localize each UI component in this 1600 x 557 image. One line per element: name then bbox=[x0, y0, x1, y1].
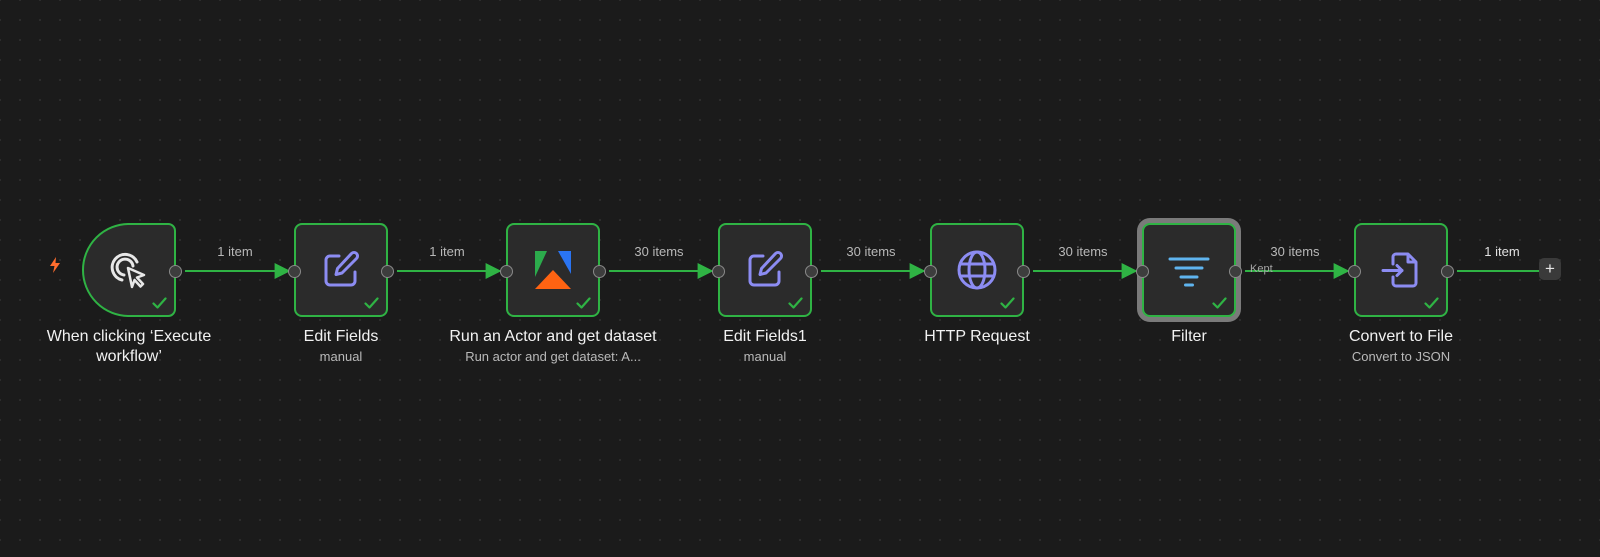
edge-label-item-count: 30 items bbox=[1058, 244, 1108, 259]
success-check-icon bbox=[1424, 297, 1439, 309]
node-label-run-actor: Run an Actor and get dataset Run actor a… bbox=[448, 327, 658, 365]
apify-logo-icon bbox=[530, 247, 576, 293]
node-convert-to-file[interactable] bbox=[1348, 223, 1454, 317]
node-title: Convert to File bbox=[1348, 328, 1454, 345]
output-handle[interactable] bbox=[1441, 265, 1454, 278]
node-subtitle: Run actor and get dataset: A... bbox=[465, 349, 641, 364]
edge-label-item-count: 1 item bbox=[429, 244, 465, 259]
node-title: When clicking ‘Execute workflow’ bbox=[46, 328, 212, 365]
success-check-icon bbox=[364, 297, 379, 309]
node-edit-fields1[interactable] bbox=[712, 223, 818, 317]
node-label-trigger: When clicking ‘Execute workflow’ bbox=[24, 327, 234, 367]
file-export-icon bbox=[1378, 247, 1424, 293]
node-subtitle: manual bbox=[743, 349, 787, 364]
node-subtitle: Convert to JSON bbox=[1351, 349, 1451, 364]
node-label-filter: Filter bbox=[1084, 327, 1294, 347]
branch-label-kept: Kept bbox=[1250, 263, 1273, 275]
success-check-icon bbox=[576, 297, 591, 309]
node-label-edit-fields1: Edit Fields1 manual bbox=[660, 327, 870, 365]
input-handle[interactable] bbox=[924, 265, 937, 278]
node-title: Filter bbox=[1171, 328, 1207, 345]
edge-label-item-count: 30 items bbox=[634, 244, 684, 259]
output-handle-kept[interactable] bbox=[1229, 265, 1242, 278]
workflow-canvas[interactable]: 1 item 1 item 30 items 30 items 30 items… bbox=[0, 0, 1600, 557]
edge-label-item-count: 30 items bbox=[1270, 244, 1320, 259]
node-subtitle: manual bbox=[319, 349, 363, 364]
node-run-actor[interactable] bbox=[500, 223, 606, 317]
output-handle[interactable] bbox=[381, 265, 394, 278]
input-handle[interactable] bbox=[1348, 265, 1361, 278]
globe-icon bbox=[954, 247, 1000, 293]
node-title: Run an Actor and get dataset bbox=[449, 328, 657, 345]
output-handle[interactable] bbox=[805, 265, 818, 278]
success-check-icon bbox=[1212, 297, 1227, 309]
pencil-square-icon bbox=[742, 247, 788, 293]
node-label-edit-fields: Edit Fields manual bbox=[236, 327, 446, 365]
node-title: Edit Fields1 bbox=[723, 328, 807, 345]
node-manual-trigger[interactable] bbox=[82, 223, 182, 317]
success-check-icon bbox=[1000, 297, 1015, 309]
success-check-icon bbox=[788, 297, 803, 309]
add-node-button[interactable]: + bbox=[1539, 258, 1561, 280]
lightning-bolt-icon bbox=[47, 256, 63, 274]
edge-label-item-count: 1 item bbox=[1484, 244, 1520, 259]
output-handle[interactable] bbox=[1017, 265, 1030, 278]
input-handle[interactable] bbox=[1136, 265, 1149, 278]
output-handle[interactable] bbox=[593, 265, 606, 278]
edge-label-item-count: 1 item bbox=[217, 244, 253, 259]
output-handle[interactable] bbox=[169, 265, 182, 278]
input-handle[interactable] bbox=[500, 265, 513, 278]
input-handle[interactable] bbox=[288, 265, 301, 278]
input-handle[interactable] bbox=[712, 265, 725, 278]
filter-icon bbox=[1166, 247, 1212, 293]
success-check-icon bbox=[152, 297, 167, 309]
cursor-click-icon bbox=[106, 247, 152, 293]
pencil-square-icon bbox=[318, 247, 364, 293]
edge-label-item-count: 30 items bbox=[846, 244, 896, 259]
node-title: HTTP Request bbox=[924, 328, 1030, 345]
node-filter[interactable] bbox=[1136, 223, 1242, 317]
node-label-convert-to-file: Convert to File Convert to JSON bbox=[1296, 327, 1506, 365]
node-edit-fields[interactable] bbox=[288, 223, 394, 317]
node-title: Edit Fields bbox=[303, 328, 379, 345]
node-http-request[interactable] bbox=[924, 223, 1030, 317]
node-label-http-request: HTTP Request bbox=[872, 327, 1082, 347]
